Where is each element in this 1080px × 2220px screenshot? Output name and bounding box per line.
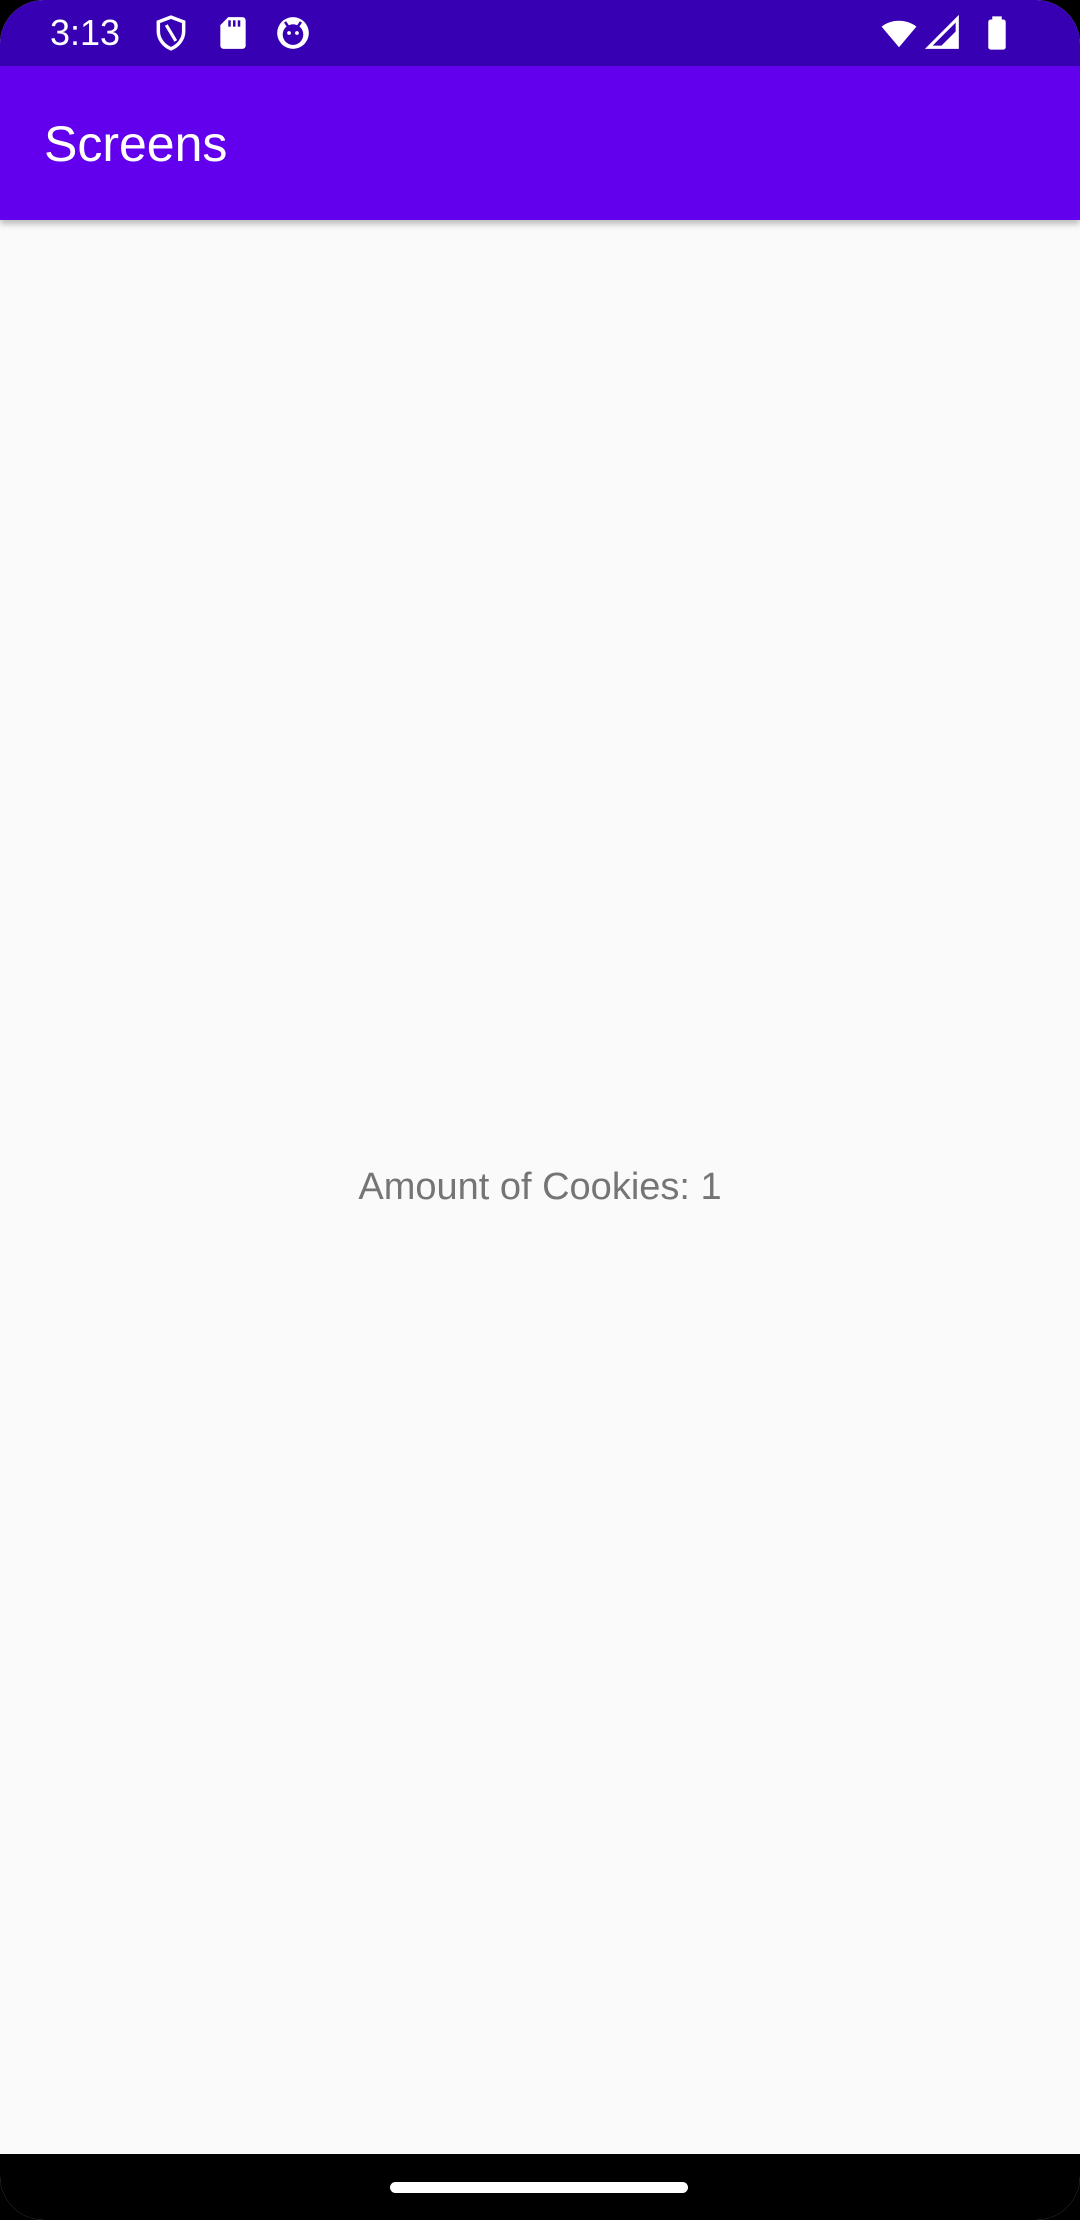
screen: 3:13 Screens Amount of Cookies: 1 — [0, 0, 1080, 2220]
navigation-bar — [0, 2154, 1080, 2220]
status-time: 3:13 — [50, 12, 121, 53]
app-bar: Screens — [0, 66, 1080, 220]
battery-icon — [978, 14, 1016, 52]
wifi-icon — [880, 14, 918, 52]
main-content: Amount of Cookies: 1 — [0, 220, 1080, 2152]
cell-signal-icon — [924, 14, 962, 52]
android-face-icon — [274, 14, 312, 52]
sd-card-icon — [214, 14, 252, 52]
status-bar: 3:13 — [0, 0, 1080, 66]
home-handle[interactable] — [390, 2182, 688, 2193]
shield-icon — [152, 14, 190, 52]
cookie-count-text: Amount of Cookies: 1 — [358, 1166, 722, 1208]
app-title: Screens — [44, 116, 228, 172]
